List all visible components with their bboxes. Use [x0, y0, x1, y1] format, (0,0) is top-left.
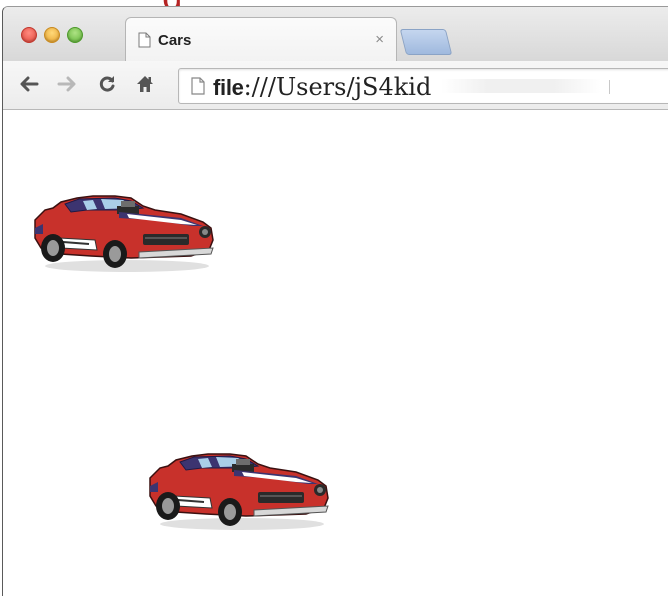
back-button[interactable]	[17, 71, 41, 97]
page-content	[3, 110, 668, 596]
car-image	[34, 195, 214, 272]
tab-cars[interactable]: Cars ×	[125, 17, 397, 63]
tab-title: Cars	[158, 32, 192, 49]
document-icon	[138, 32, 151, 53]
url-redaction	[441, 79, 601, 93]
browser-window: Cars × file:///Users/jS4kid	[2, 6, 668, 596]
reload-icon	[99, 76, 115, 92]
home-button[interactable]	[133, 71, 157, 97]
forward-arrow-icon	[57, 76, 76, 92]
title-bar: Cars ×	[3, 7, 668, 63]
reload-button[interactable]	[95, 71, 119, 97]
forward-button[interactable]	[55, 71, 79, 97]
car-image	[149, 453, 329, 530]
page-icon	[191, 77, 205, 100]
tab-close-icon[interactable]: ×	[375, 31, 384, 48]
zoom-window-button[interactable]	[67, 27, 83, 43]
toolbar: file:///Users/jS4kid	[3, 61, 668, 110]
close-window-button[interactable]	[21, 27, 37, 43]
home-icon	[137, 76, 153, 92]
address-bar[interactable]: file:///Users/jS4kid	[178, 68, 668, 104]
new-tab-button[interactable]	[399, 29, 453, 55]
back-arrow-icon	[20, 76, 39, 92]
minimize-window-button[interactable]	[44, 27, 60, 43]
url-text: file:///Users/jS4kid	[213, 73, 432, 101]
url-caret	[609, 80, 610, 94]
